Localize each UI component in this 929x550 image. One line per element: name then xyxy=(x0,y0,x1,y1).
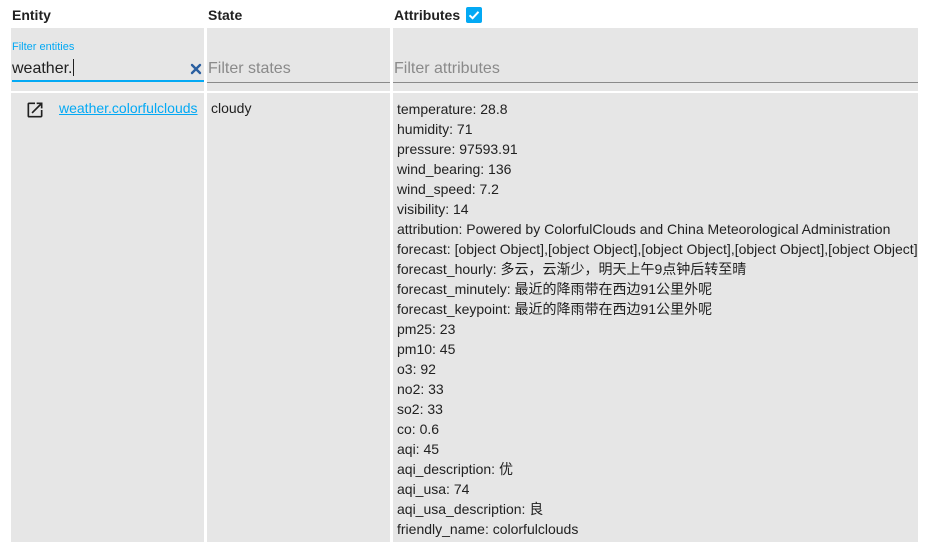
filter-entities-label: Filter entities xyxy=(12,41,75,53)
attribute-line: forecast_keypoint: 最近的降雨带在西边91公里外呢 xyxy=(397,301,713,317)
attribute-line: aqi_description: 优 xyxy=(397,461,513,477)
row-separator xyxy=(207,91,390,93)
filter-states-underline xyxy=(207,82,390,83)
attribute-line: aqi_usa: 74 xyxy=(397,481,470,497)
attribute-line: forecast_minutely: 最近的降雨带在西边91公里外呢 xyxy=(397,281,713,297)
attribute-line: o3: 92 xyxy=(397,361,436,377)
attribute-line: forecast_hourly: 多云，云渐少，明天上午9点钟后转至晴 xyxy=(397,261,747,277)
attribute-line: co: 0.6 xyxy=(397,421,440,437)
entity-link[interactable]: weather.colorfulclouds xyxy=(59,100,198,116)
attributes-column-label: Attributes xyxy=(394,7,461,23)
attribute-line: no2: 33 xyxy=(397,381,444,397)
attribute-line: temperature: 28.8 xyxy=(397,101,508,117)
attribute-line: forecast: [object Object],[object Object… xyxy=(397,241,918,257)
attribute-line: attribution: Powered by ColorfulClouds a… xyxy=(397,221,891,237)
filter-attributes-input[interactable]: Filter attributes xyxy=(394,60,500,78)
attribute-line: visibility: 14 xyxy=(397,201,469,217)
open-in-new-icon[interactable] xyxy=(25,100,45,120)
attribute-line: friendly_name: colorfulclouds xyxy=(397,521,579,537)
row-separator xyxy=(11,91,204,93)
attribute-line: humidity: 71 xyxy=(397,121,473,137)
attribute-line: pm10: 45 xyxy=(397,341,456,357)
text-caret xyxy=(73,59,75,76)
attribute-line: pressure: 97593.91 xyxy=(397,141,518,157)
state-column-header: State xyxy=(208,7,243,23)
attributes-column-header: Attributes xyxy=(394,7,483,23)
attribute-line: aqi: 45 xyxy=(397,441,440,457)
filter-entities-value: weather. xyxy=(12,60,73,77)
attribute-line: so2: 33 xyxy=(397,401,443,417)
attribute-line: pm25: 23 xyxy=(397,321,456,337)
attributes-list: temperature: 28.8 humidity: 71 pressure:… xyxy=(397,99,918,539)
attribute-line: aqi_usa_description: 良 xyxy=(397,501,544,517)
attribute-line: wind_bearing: 136 xyxy=(397,161,512,177)
check-icon xyxy=(468,11,480,20)
attribute-line: wind_speed: 7.2 xyxy=(397,181,499,197)
entity-state: cloudy xyxy=(211,100,252,116)
attributes-checkbox[interactable] xyxy=(466,7,483,23)
entity-column-header: Entity xyxy=(12,7,51,23)
filter-states-input[interactable]: Filter states xyxy=(208,60,291,78)
filter-entities-underline xyxy=(12,80,204,82)
filter-entities-input[interactable]: weather. xyxy=(12,59,75,78)
close-icon[interactable] xyxy=(189,62,203,76)
filter-attributes-underline xyxy=(393,82,918,83)
row-separator xyxy=(393,91,918,93)
